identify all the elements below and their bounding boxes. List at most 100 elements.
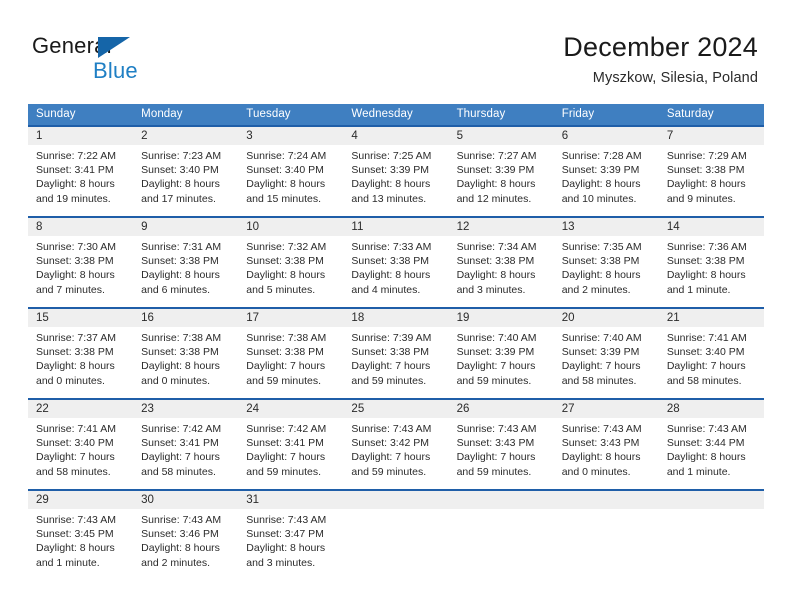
day-cell[interactable]: 12 Sunrise: 7:34 AM Sunset: 3:38 PM Dayl… [448, 218, 554, 304]
sunset-text: Sunset: 3:38 PM [561, 255, 640, 268]
day-cell[interactable]: 13 Sunrise: 7:35 AM Sunset: 3:38 PM Dayl… [553, 218, 659, 304]
day-cell[interactable]: 9 Sunrise: 7:31 AM Sunset: 3:38 PM Dayli… [133, 218, 239, 304]
day-cell[interactable]: 16 Sunrise: 7:38 AM Sunset: 3:38 PM Dayl… [133, 309, 239, 395]
day-number: 10 [238, 218, 344, 236]
daylight-text-line1: Daylight: 8 hours [666, 451, 746, 464]
day-cell[interactable]: 18 Sunrise: 7:39 AM Sunset: 3:38 PM Dayl… [343, 309, 449, 395]
sunrise-text: Sunrise: 7:28 AM [561, 150, 642, 162]
day-cell[interactable]: 28 Sunrise: 7:43 AM Sunset: 3:44 PM Dayl… [658, 400, 764, 486]
sunset-text: Sunset: 3:41 PM [36, 164, 114, 177]
weekday-header-thursday: Thursday [456, 108, 506, 120]
day-number: 20 [553, 309, 659, 327]
sunrise-text: Sunrise: 7:33 AM [351, 241, 432, 253]
sunset-text: Sunset: 3:38 PM [246, 255, 324, 268]
daylight-text-line2: and 13 minutes. [351, 192, 427, 205]
day-cell[interactable]: 1 Sunrise: 7:22 AM Sunset: 3:41 PM Dayli… [28, 127, 134, 213]
daylight-text-line1: Daylight: 7 hours [351, 360, 431, 373]
day-cell[interactable]: 14 Sunrise: 7:36 AM Sunset: 3:38 PM Dayl… [658, 218, 764, 304]
day-cell[interactable]: 17 Sunrise: 7:38 AM Sunset: 3:38 PM Dayl… [238, 309, 344, 395]
daylight-text-line1: Daylight: 8 hours [141, 269, 220, 282]
weekday-header-tuesday: Tuesday [246, 108, 291, 120]
daylight-text-line2: and 59 minutes. [351, 465, 427, 478]
day-cell[interactable]: 30 Sunrise: 7:43 AM Sunset: 3:46 PM Dayl… [133, 491, 239, 577]
day-cell[interactable]: 7 Sunrise: 7:29 AM Sunset: 3:38 PM Dayli… [658, 127, 764, 213]
day-cell[interactable]: 2 Sunrise: 7:23 AM Sunset: 3:40 PM Dayli… [133, 127, 239, 213]
day-details: Sunrise: 7:30 AM Sunset: 3:38 PM Dayligh… [28, 236, 133, 297]
daylight-text-line1: Daylight: 7 hours [246, 451, 326, 464]
day-cell[interactable]: 11 Sunrise: 7:33 AM Sunset: 3:38 PM Dayl… [343, 218, 449, 304]
day-details: Sunrise: 7:29 AM Sunset: 3:38 PM Dayligh… [659, 145, 764, 206]
day-cell[interactable]: 31 Sunrise: 7:43 AM Sunset: 3:47 PM Dayl… [238, 491, 344, 577]
day-number [658, 491, 764, 509]
sunset-text: Sunset: 3:38 PM [456, 255, 535, 268]
day-number: 3 [238, 127, 344, 145]
sunset-text: Sunset: 3:40 PM [666, 346, 745, 359]
daylight-text-line2: and 5 minutes. [246, 283, 316, 296]
day-details: Sunrise: 7:41 AM Sunset: 3:40 PM Dayligh… [28, 418, 133, 479]
daylight-text-line1: Daylight: 7 hours [561, 360, 641, 373]
sunrise-text: Sunrise: 7:25 AM [351, 150, 432, 162]
day-details: Sunrise: 7:28 AM Sunset: 3:39 PM Dayligh… [554, 145, 659, 206]
day-details: Sunrise: 7:38 AM Sunset: 3:38 PM Dayligh… [238, 327, 343, 388]
day-number: 19 [448, 309, 554, 327]
sunrise-text: Sunrise: 7:31 AM [141, 241, 222, 253]
day-cell[interactable]: 5 Sunrise: 7:27 AM Sunset: 3:39 PM Dayli… [448, 127, 554, 213]
day-number: 18 [343, 309, 449, 327]
general-blue-logo[interactable]: General Blue [32, 33, 252, 89]
sunrise-text: Sunrise: 7:29 AM [666, 150, 747, 162]
day-cell[interactable]: 22 Sunrise: 7:41 AM Sunset: 3:40 PM Dayl… [28, 400, 134, 486]
daylight-text-line2: and 3 minutes. [456, 283, 526, 296]
day-details: Sunrise: 7:22 AM Sunset: 3:41 PM Dayligh… [28, 145, 133, 206]
weekday-header-wednesday: Wednesday [351, 108, 413, 120]
day-cell[interactable]: 21 Sunrise: 7:41 AM Sunset: 3:40 PM Dayl… [658, 309, 764, 395]
daylight-text-line2: and 1 minute. [666, 283, 731, 296]
day-cell[interactable]: 27 Sunrise: 7:43 AM Sunset: 3:43 PM Dayl… [553, 400, 659, 486]
day-cell[interactable]: 19 Sunrise: 7:40 AM Sunset: 3:39 PM Dayl… [448, 309, 554, 395]
day-number: 4 [343, 127, 449, 145]
day-cell[interactable]: 29 Sunrise: 7:43 AM Sunset: 3:45 PM Dayl… [28, 491, 134, 577]
day-details: Sunrise: 7:42 AM Sunset: 3:41 PM Dayligh… [133, 418, 238, 479]
day-number: 2 [133, 127, 239, 145]
daylight-text-line1: Daylight: 8 hours [246, 269, 326, 282]
day-details: Sunrise: 7:42 AM Sunset: 3:41 PM Dayligh… [238, 418, 343, 479]
day-number: 6 [553, 127, 659, 145]
day-details: Sunrise: 7:34 AM Sunset: 3:38 PM Dayligh… [449, 236, 554, 297]
day-cell[interactable]: 8 Sunrise: 7:30 AM Sunset: 3:38 PM Dayli… [28, 218, 134, 304]
daylight-text-line1: Daylight: 7 hours [456, 451, 536, 464]
day-number: 14 [658, 218, 764, 236]
day-cell[interactable]: 26 Sunrise: 7:43 AM Sunset: 3:43 PM Dayl… [448, 400, 554, 486]
day-cell[interactable]: 20 Sunrise: 7:40 AM Sunset: 3:39 PM Dayl… [553, 309, 659, 395]
day-cell[interactable]: 23 Sunrise: 7:42 AM Sunset: 3:41 PM Dayl… [133, 400, 239, 486]
day-cell[interactable]: 25 Sunrise: 7:43 AM Sunset: 3:42 PM Dayl… [343, 400, 449, 486]
day-cell[interactable]: 10 Sunrise: 7:32 AM Sunset: 3:38 PM Dayl… [238, 218, 344, 304]
calendar-week-row: 8 Sunrise: 7:30 AM Sunset: 3:38 PM Dayli… [28, 216, 764, 304]
sunrise-text: Sunrise: 7:38 AM [246, 332, 327, 344]
sunrise-text: Sunrise: 7:43 AM [351, 423, 432, 435]
sunset-text: Sunset: 3:43 PM [561, 437, 640, 450]
day-cell[interactable]: 6 Sunrise: 7:28 AM Sunset: 3:39 PM Dayli… [553, 127, 659, 213]
sunset-text: Sunset: 3:38 PM [666, 164, 745, 177]
weekday-header-row: Sunday Monday Tuesday Wednesday Thursday… [28, 104, 764, 125]
weekday-header-monday: Monday [141, 108, 183, 120]
day-cell[interactable]: 3 Sunrise: 7:24 AM Sunset: 3:40 PM Dayli… [238, 127, 344, 213]
day-number: 7 [658, 127, 764, 145]
day-details: Sunrise: 7:43 AM Sunset: 3:46 PM Dayligh… [133, 509, 238, 570]
day-cell[interactable]: 4 Sunrise: 7:25 AM Sunset: 3:39 PM Dayli… [343, 127, 449, 213]
sunrise-text: Sunrise: 7:36 AM [666, 241, 747, 253]
day-number: 17 [238, 309, 344, 327]
sunset-text: Sunset: 3:46 PM [141, 528, 219, 541]
sunset-text: Sunset: 3:38 PM [141, 346, 219, 359]
weekday-header-friday: Friday [561, 108, 595, 120]
day-cell[interactable]: 24 Sunrise: 7:42 AM Sunset: 3:41 PM Dayl… [238, 400, 344, 486]
day-number: 24 [238, 400, 344, 418]
daylight-text-line2: and 58 minutes. [561, 374, 637, 387]
daylight-text-line2: and 58 minutes. [36, 465, 111, 478]
sunrise-text: Sunrise: 7:37 AM [36, 332, 116, 344]
daylight-text-line1: Daylight: 8 hours [666, 269, 746, 282]
daylight-text-line1: Daylight: 8 hours [141, 542, 220, 555]
day-cell[interactable]: 15 Sunrise: 7:37 AM Sunset: 3:38 PM Dayl… [28, 309, 134, 395]
day-details: Sunrise: 7:43 AM Sunset: 3:44 PM Dayligh… [659, 418, 764, 479]
daylight-text-line1: Daylight: 8 hours [666, 178, 746, 191]
sunset-text: Sunset: 3:40 PM [36, 437, 114, 450]
sunrise-text: Sunrise: 7:43 AM [456, 423, 537, 435]
